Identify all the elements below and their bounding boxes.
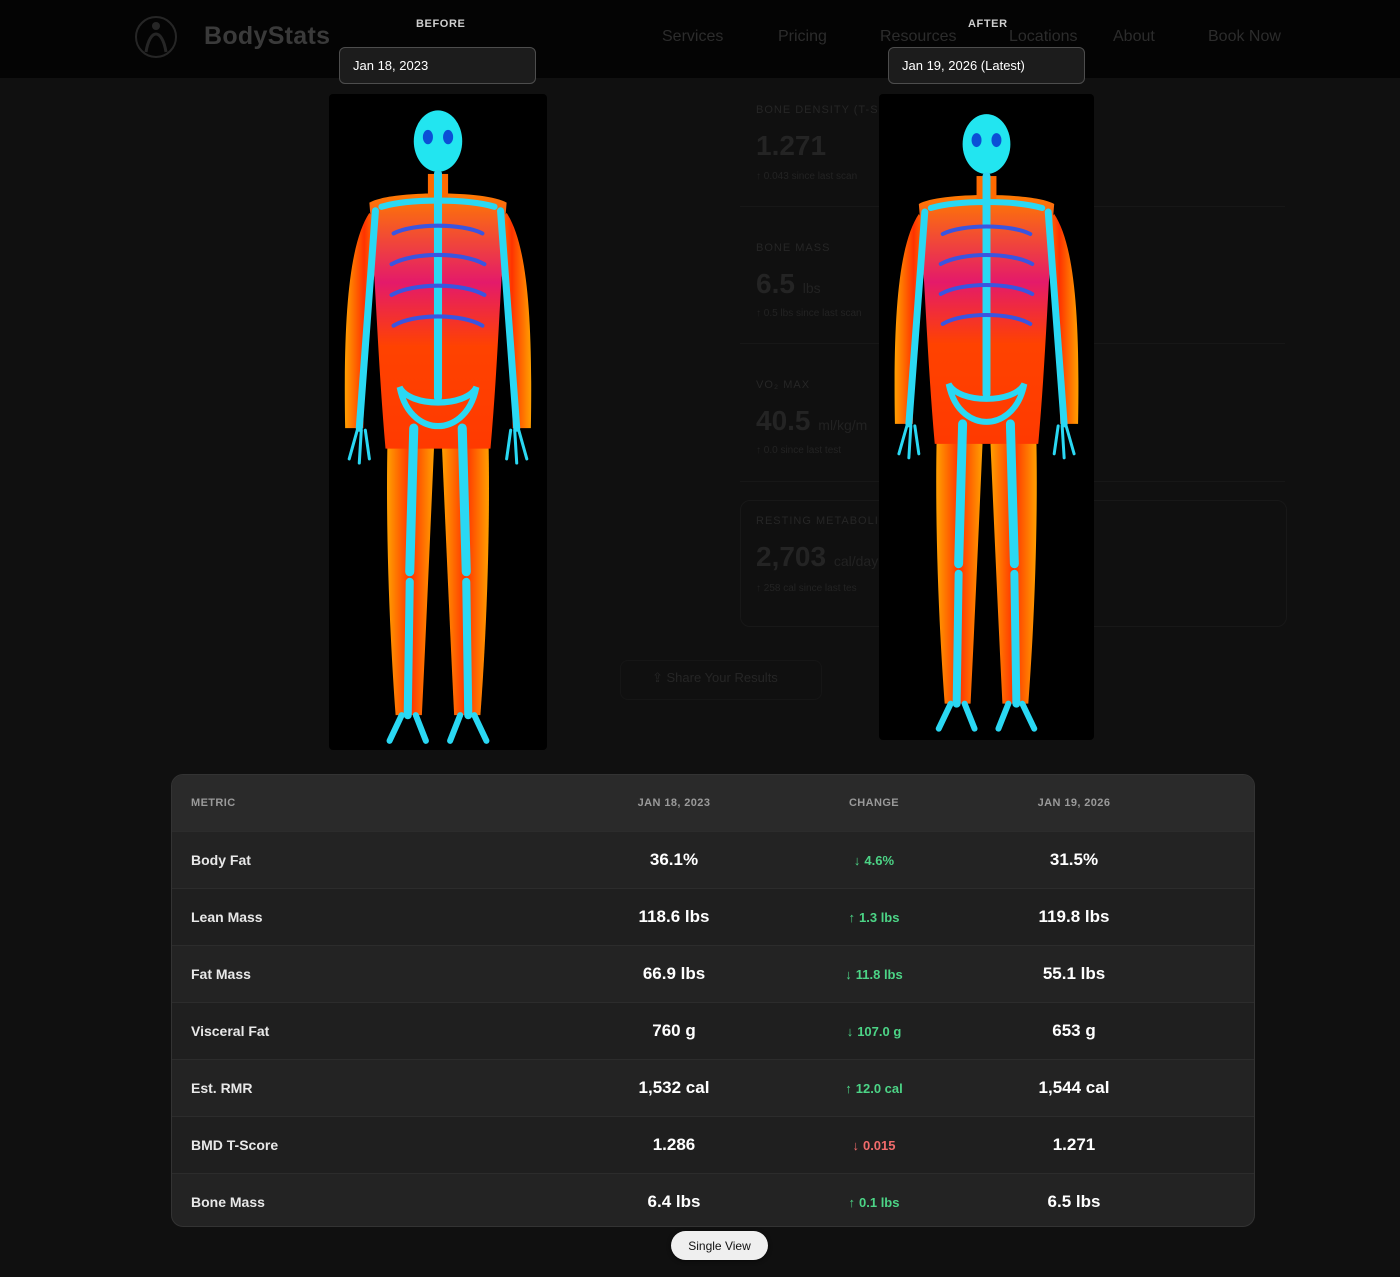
metric-name: Lean Mass (191, 909, 263, 925)
table-row: BMD T-Score 1.286 ↓ 0.015 1.271 (172, 1117, 1254, 1174)
change-value: ↓ 4.6% (774, 832, 974, 888)
table-row: Bone Mass 6.4 lbs ↑ 0.1 lbs 6.5 lbs (172, 1174, 1254, 1226)
change-value: ↓ 0.015 (774, 1117, 974, 1173)
brand-name: BodyStats (204, 22, 331, 50)
change-value: ↑ 1.3 lbs (774, 889, 974, 945)
bg-stat-value: 6.5 lbs (756, 268, 821, 299)
change-amount: 4.6% (864, 852, 895, 868)
after-value: 119.8 lbs (1038, 907, 1110, 926)
change-amount: 0.1 lbs (859, 1194, 900, 1210)
change-arrow-icon: ↑ (845, 1080, 852, 1096)
after-value: 1.271 (1052, 1135, 1096, 1154)
bg-stat-value: 2,703 cal/day (756, 541, 879, 572)
metric-name: Fat Mass (191, 966, 251, 982)
after-date-select[interactable]: Jan 19, 2026 (Latest) (888, 47, 1085, 84)
change-value: ↑ 0.1 lbs (774, 1174, 974, 1226)
metric-name: BMD T-Score (191, 1137, 279, 1153)
after-value: 55.1 lbs (1042, 964, 1106, 983)
bodystats-logo-icon (135, 16, 177, 58)
header-metric: METRIC (191, 797, 236, 809)
bg-stat-note: ↑ 0.043 since last scan (756, 171, 858, 182)
nav-locations: Locations (1009, 28, 1078, 45)
header-after: JAN 19, 2026 (1037, 797, 1111, 809)
after-scan-image (879, 94, 1094, 740)
before-date-select[interactable]: Jan 18, 2023 (339, 47, 536, 84)
before-value: 1,532 cal (638, 1078, 710, 1097)
after-label: AFTER (968, 18, 1008, 30)
bg-share-label: ⇪ Share Your Results (652, 670, 778, 685)
bg-stat-value: 1.271 (756, 130, 827, 161)
bg-stat-label: RESTING METABOLIC (756, 515, 888, 527)
table-row: Fat Mass 66.9 lbs ↓ 11.8 lbs 55.1 lbs (172, 946, 1254, 1003)
bg-stat-label: BONE DENSITY (T-SC (756, 104, 888, 116)
change-arrow-icon: ↓ (845, 966, 852, 982)
bg-stat-note: ↑ 258 cal since last tes (756, 583, 857, 594)
after-value: 31.5% (1049, 850, 1099, 869)
table-row: Visceral Fat 760 g ↓ 107.0 g 653 g (172, 1003, 1254, 1060)
before-value: 36.1% (649, 850, 699, 869)
change-arrow-icon: ↓ (853, 852, 861, 868)
header-change: CHANGE (848, 797, 900, 809)
before-value: 66.9 lbs (642, 964, 706, 983)
before-label: BEFORE (416, 18, 466, 30)
before-value: 760 g (652, 1021, 696, 1040)
change-arrow-icon: ↓ (852, 1137, 859, 1153)
before-value: 1.286 (652, 1135, 696, 1154)
change-value: ↑ 12.0 cal (774, 1060, 974, 1116)
bg-stat-note: ↑ 0.5 lbs since last scan (756, 308, 862, 319)
change-arrow-icon: ↑ (848, 909, 856, 925)
change-arrow-icon: ↓ (846, 1023, 854, 1039)
change-amount: 12.0 cal (855, 1080, 903, 1096)
before-scan-image (329, 94, 547, 750)
change-amount: 107.0 g (857, 1023, 902, 1039)
single-view-toggle-button[interactable]: Single View (671, 1231, 768, 1260)
change-amount: 11.8 lbs (855, 966, 903, 982)
metric-name: Bone Mass (191, 1194, 265, 1210)
change-arrow-icon: ↑ (848, 1194, 856, 1210)
table-header-row: METRIC JAN 18, 2023 CHANGE JAN 19, 2026 (172, 775, 1254, 832)
before-value: 6.4 lbs (647, 1192, 701, 1211)
nav-pricing: Pricing (778, 28, 827, 45)
change-amount: 1.3 lbs (859, 909, 900, 925)
change-value: ↓ 11.8 lbs (774, 946, 974, 1002)
bg-stat-label: BONE MASS (756, 242, 831, 254)
change-value: ↓ 107.0 g (774, 1003, 974, 1059)
bg-stat-note: ↑ 0.0 since last test (756, 445, 842, 456)
background-nav-bar: BodyStats Services Pricing Resources Loc… (0, 0, 1400, 78)
table-row: Lean Mass 118.6 lbs ↑ 1.3 lbs 119.8 lbs (172, 889, 1254, 946)
after-value: 6.5 lbs (1047, 1192, 1101, 1211)
table-body: Body Fat 36.1% ↓ 4.6% 31.5% Lean Mass 118.6 lb… (172, 832, 1254, 1226)
nav-book-now: Book Now (1208, 28, 1281, 45)
metric-name: Est. RMR (191, 1080, 253, 1096)
nav-about: About (1113, 28, 1155, 45)
before-value: 118.6 lbs (638, 907, 710, 926)
nav-services: Services (662, 28, 724, 45)
table-row: Est. RMR 1,532 cal ↑ 12.0 cal 1,544 cal (172, 1060, 1254, 1117)
bg-stat-label: VO₂ MAX (756, 379, 811, 391)
metric-name: Body Fat (191, 852, 251, 868)
metrics-comparison-table: METRIC JAN 18, 2023 CHANGE JAN 19, 2026 … (171, 774, 1255, 1227)
after-value: 1,544 cal (1038, 1078, 1110, 1097)
nav-resources: Resources (880, 28, 957, 45)
header-before: JAN 18, 2023 (637, 797, 711, 809)
change-amount: 0.015 (862, 1137, 896, 1153)
bg-stat-value: 40.5 ml/kg/m (756, 405, 868, 436)
metric-name: Visceral Fat (191, 1023, 270, 1039)
table-row: Body Fat 36.1% ↓ 4.6% 31.5% (172, 832, 1254, 889)
after-value: 653 g (1052, 1021, 1096, 1040)
